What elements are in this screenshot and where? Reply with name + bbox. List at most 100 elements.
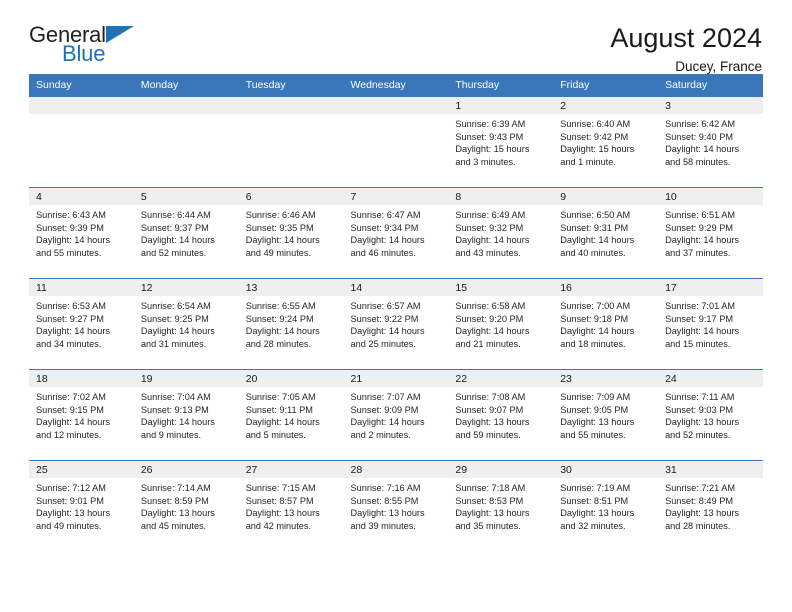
day-cell[interactable]: 28 Sunrise: 7:16 AM Sunset: 8:55 PM Dayligh… [343, 461, 449, 551]
sunset-time: Sunset: 9:32 PM [455, 222, 524, 233]
day-details: Sunrise: 6:50 AM Sunset: 9:31 PM Daylight:… [553, 205, 658, 259]
daylight-duration-line2: and 15 minutes. [665, 338, 731, 349]
day-details: Sunrise: 7:18 AM Sunset: 8:53 PM Daylight:… [448, 478, 553, 532]
sunrise-time: Sunrise: 7:00 AM [560, 301, 631, 311]
day-details: Sunrise: 7:14 AM Sunset: 8:59 PM Daylight:… [134, 478, 239, 532]
day-cell[interactable]: 11 Sunrise: 6:53 AM Sunset: 9:27 PM Dayligh… [29, 279, 134, 369]
day-cell[interactable]: 17 Sunrise: 7:01 AM Sunset: 9:17 PM Dayligh… [658, 279, 763, 369]
day-cell[interactable]: 29 Sunrise: 7:18 AM Sunset: 8:53 PM Dayligh… [448, 461, 554, 551]
day-details: Sunrise: 6:55 AM Sunset: 9:24 PM Daylight:… [239, 296, 344, 350]
page-title: August 2024 [610, 23, 762, 53]
day-cell[interactable]: 4 Sunrise: 6:43 AM Sunset: 9:39 PM Daylight… [29, 188, 134, 278]
day-cell[interactable]: 24 Sunrise: 7:11 AM Sunset: 9:03 PM Dayligh… [658, 370, 763, 460]
day-cell[interactable]: 31 Sunrise: 7:21 AM Sunset: 8:49 PM Dayligh… [658, 461, 763, 551]
day-cell[interactable]: 26 Sunrise: 7:14 AM Sunset: 8:59 PM Dayligh… [133, 461, 239, 551]
day-cell[interactable]: 2 Sunrise: 6:40 AM Sunset: 9:42 PM Daylight… [553, 97, 659, 187]
day-details: Sunrise: 7:02 AM Sunset: 9:15 PM Daylight:… [29, 387, 134, 441]
day-number: 30 [553, 461, 659, 478]
calendar-cell: 6 Sunrise: 6:46 AM Sunset: 9:35 PM Daylight… [238, 187, 344, 279]
daylight-duration-line1: Daylight: 13 hours [560, 508, 635, 519]
calendar-cell: 30 Sunrise: 7:19 AM Sunset: 8:51 PM Dayligh… [553, 460, 659, 551]
day-cell[interactable]: 10 Sunrise: 6:51 AM Sunset: 9:29 PM Dayligh… [658, 188, 763, 278]
weekday-header-tuesday: Tuesday [238, 74, 344, 97]
day-details: Sunrise: 6:57 AM Sunset: 9:22 PM Daylight:… [344, 296, 449, 350]
daylight-duration-line2: and 28 minutes. [245, 338, 312, 349]
calendar-cell: 1 Sunrise: 6:39 AM Sunset: 9:43 PM Daylight… [448, 96, 554, 188]
day-cell[interactable]: 12 Sunrise: 6:54 AM Sunset: 9:25 PM Dayligh… [133, 279, 239, 369]
day-cell[interactable]: 14 Sunrise: 6:57 AM Sunset: 9:22 PM Dayligh… [343, 279, 449, 369]
daylight-duration-line1: Daylight: 13 hours [140, 508, 215, 519]
sunrise-time: Sunrise: 6:53 AM [36, 301, 106, 311]
sunrise-time: Sunrise: 7:09 AM [560, 392, 631, 402]
day-cell[interactable]: 15 Sunrise: 6:58 AM Sunset: 9:20 PM Dayligh… [448, 279, 554, 369]
day-cell[interactable]: 21 Sunrise: 7:07 AM Sunset: 9:09 PM Dayligh… [343, 370, 449, 460]
day-cell[interactable]: 22 Sunrise: 7:08 AM Sunset: 9:07 PM Dayligh… [448, 370, 554, 460]
day-cell[interactable]: 18 Sunrise: 7:02 AM Sunset: 9:15 PM Dayligh… [29, 370, 134, 460]
day-cell[interactable]: 19 Sunrise: 7:04 AM Sunset: 9:13 PM Dayligh… [133, 370, 239, 460]
day-number: 4 [29, 188, 134, 205]
sunrise-time: Sunrise: 7:07 AM [350, 392, 421, 402]
day-cell[interactable]: 20 Sunrise: 7:05 AM Sunset: 9:11 PM Dayligh… [238, 370, 344, 460]
day-details: Sunrise: 7:01 AM Sunset: 9:17 PM Daylight:… [658, 296, 763, 350]
sunrise-time: Sunrise: 7:14 AM [140, 483, 211, 493]
calendar-cell: 29 Sunrise: 7:18 AM Sunset: 8:53 PM Dayligh… [448, 460, 554, 551]
calendar-cell: 28 Sunrise: 7:16 AM Sunset: 8:55 PM Dayligh… [343, 460, 449, 551]
day-number: 28 [343, 461, 449, 478]
page-header: General Blue August 2024 Ducey, France [29, 0, 763, 75]
day-cell[interactable]: 8 Sunrise: 6:49 AM Sunset: 9:32 PM Daylight… [448, 188, 554, 278]
day-details: Sunrise: 7:08 AM Sunset: 9:07 PM Daylight:… [448, 387, 553, 441]
sunset-time: Sunset: 9:17 PM [665, 313, 733, 324]
sunset-time: Sunset: 9:37 PM [140, 222, 209, 233]
day-cell[interactable]: 3 Sunrise: 6:42 AM Sunset: 9:40 PM Daylight… [658, 97, 763, 187]
day-number: 10 [658, 188, 763, 205]
sunrise-time: Sunrise: 7:08 AM [455, 392, 526, 402]
day-cell[interactable]: 1 Sunrise: 6:39 AM Sunset: 9:43 PM Daylight… [448, 97, 554, 187]
daylight-duration-line1: Daylight: 14 hours [245, 235, 320, 246]
weekday-header-row: Sunday Monday Tuesday Wednesday Thursday… [29, 74, 763, 97]
day-cell[interactable]: 16 Sunrise: 7:00 AM Sunset: 9:18 PM Dayligh… [553, 279, 659, 369]
logo-triangle-icon [105, 26, 134, 43]
daylight-duration-line2: and 3 minutes. [455, 156, 516, 167]
day-details: Sunrise: 6:39 AM Sunset: 9:43 PM Daylight:… [448, 114, 553, 168]
day-cell[interactable]: 6 Sunrise: 6:46 AM Sunset: 9:35 PM Daylight… [238, 188, 344, 278]
calendar-cell [343, 96, 449, 188]
day-cell[interactable]: 27 Sunrise: 7:15 AM Sunset: 8:57 PM Dayligh… [238, 461, 344, 551]
daylight-duration-line1: Daylight: 14 hours [665, 235, 740, 246]
day-cell[interactable]: 13 Sunrise: 6:55 AM Sunset: 9:24 PM Dayligh… [238, 279, 344, 369]
sunrise-time: Sunrise: 6:50 AM [560, 210, 631, 220]
daylight-duration-line1: Daylight: 15 hours [455, 144, 530, 155]
daylight-duration-line2: and 25 minutes. [350, 338, 416, 349]
daylight-duration-line2: and 18 minutes. [560, 338, 626, 349]
daylight-duration-line2: and 12 minutes. [36, 429, 102, 440]
sunrise-time: Sunrise: 6:43 AM [36, 210, 106, 220]
calendar-cell: 8 Sunrise: 6:49 AM Sunset: 9:32 PM Daylight… [448, 187, 554, 279]
weekday-header-saturday: Saturday [658, 74, 763, 97]
day-cell[interactable]: 23 Sunrise: 7:09 AM Sunset: 9:05 PM Dayligh… [553, 370, 659, 460]
day-details: Sunrise: 6:54 AM Sunset: 9:25 PM Daylight:… [134, 296, 239, 350]
generalblue-logo[interactable]: General Blue [29, 24, 134, 65]
calendar-cell: 14 Sunrise: 6:57 AM Sunset: 9:22 PM Dayligh… [343, 278, 449, 370]
sunrise-sunset-calendar: Sunday Monday Tuesday Wednesday Thursday… [29, 74, 763, 551]
sunrise-time: Sunrise: 6:40 AM [560, 119, 631, 129]
calendar-cell: 4 Sunrise: 6:43 AM Sunset: 9:39 PM Daylight… [29, 187, 134, 279]
day-number: 7 [343, 188, 449, 205]
sunrise-time: Sunrise: 6:46 AM [245, 210, 316, 220]
weekday-header-monday: Monday [133, 74, 239, 97]
calendar-cell: 18 Sunrise: 7:02 AM Sunset: 9:15 PM Dayligh… [29, 369, 134, 461]
day-cell[interactable]: 5 Sunrise: 6:44 AM Sunset: 9:37 PM Daylight… [133, 188, 239, 278]
calendar-cell: 21 Sunrise: 7:07 AM Sunset: 9:09 PM Dayligh… [343, 369, 449, 461]
sunset-time: Sunset: 9:40 PM [665, 131, 733, 142]
day-number: 2 [553, 97, 659, 114]
day-cell[interactable]: 7 Sunrise: 6:47 AM Sunset: 9:34 PM Daylight… [343, 188, 449, 278]
sunrise-time: Sunrise: 6:42 AM [665, 119, 736, 129]
day-cell[interactable]: 25 Sunrise: 7:12 AM Sunset: 9:01 PM Dayligh… [29, 461, 134, 551]
daylight-duration-line2: and 46 minutes. [350, 247, 416, 258]
day-cell-empty [29, 97, 134, 187]
day-cell[interactable]: 9 Sunrise: 6:50 AM Sunset: 9:31 PM Daylight… [553, 188, 659, 278]
calendar-cell: 27 Sunrise: 7:15 AM Sunset: 8:57 PM Dayligh… [238, 460, 344, 551]
day-cell[interactable]: 30 Sunrise: 7:19 AM Sunset: 8:51 PM Dayligh… [553, 461, 659, 551]
calendar-cell: 17 Sunrise: 7:01 AM Sunset: 9:17 PM Dayligh… [658, 278, 763, 370]
sunset-time: Sunset: 9:07 PM [455, 404, 524, 415]
day-number: 1 [448, 97, 554, 114]
day-details: Sunrise: 7:11 AM Sunset: 9:03 PM Daylight:… [658, 387, 763, 441]
